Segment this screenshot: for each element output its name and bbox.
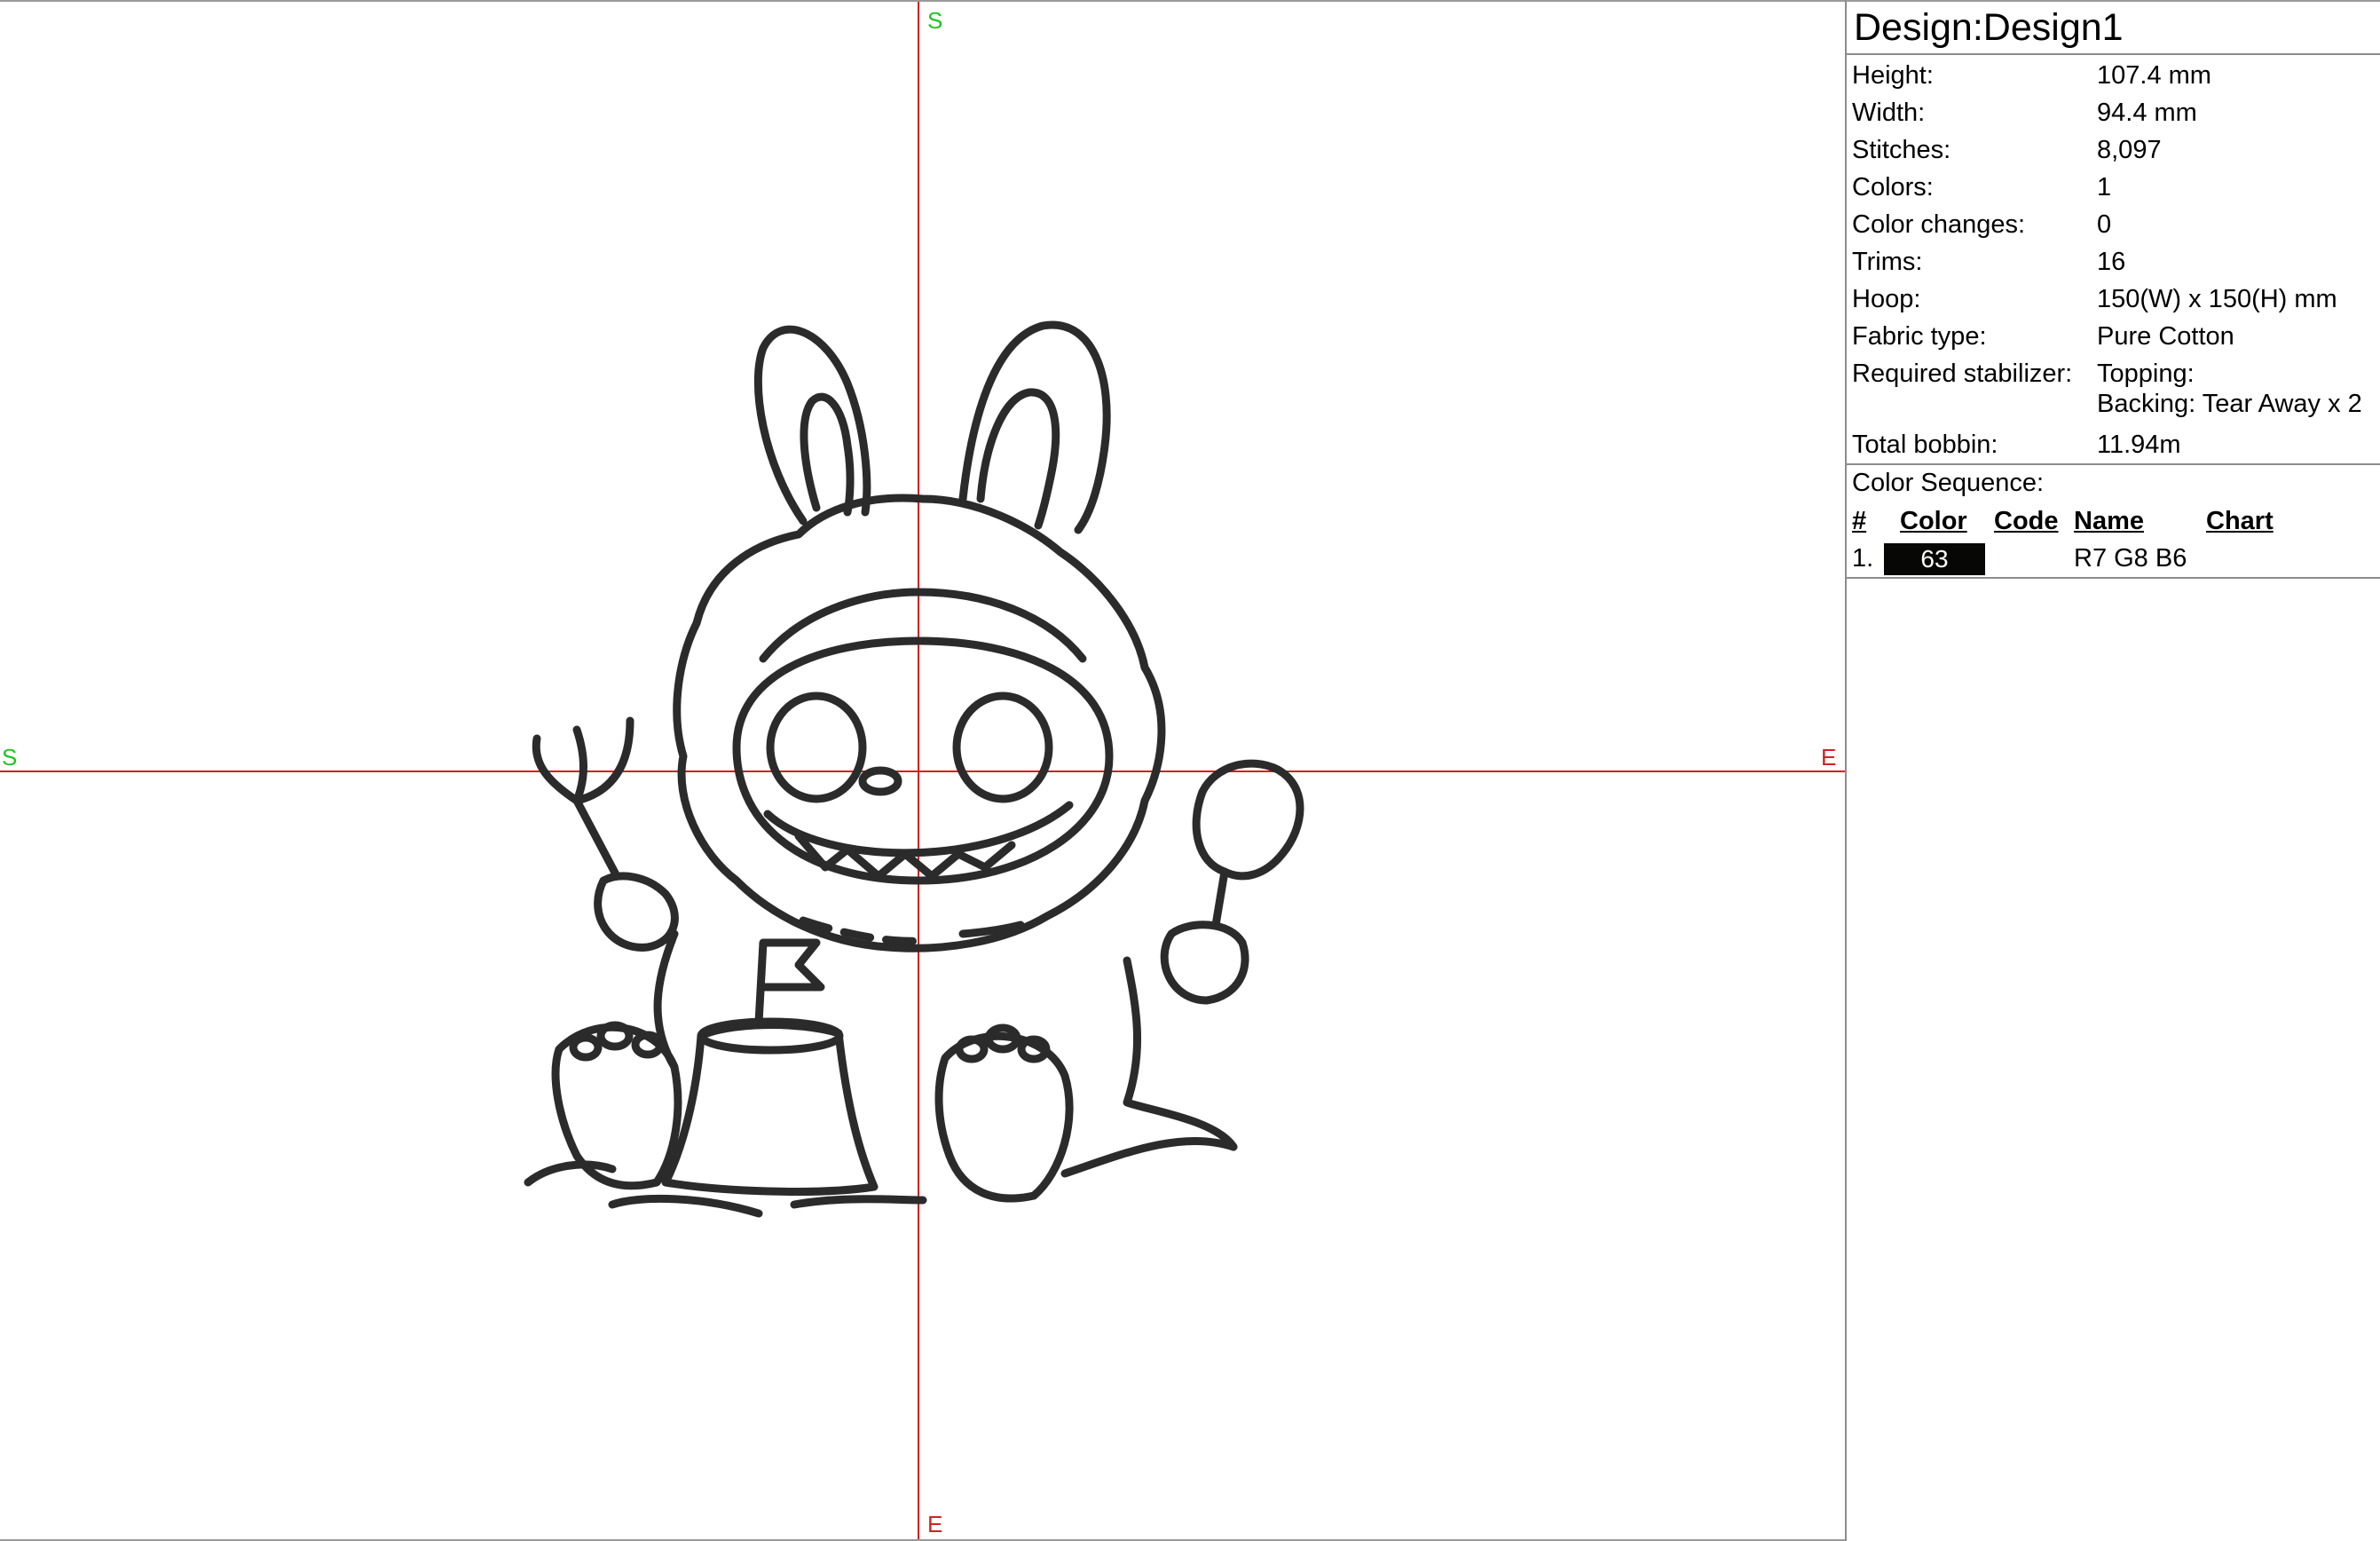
property-label: Height: — [1852, 61, 1934, 90]
stabilizer-topping: Topping: — [2097, 360, 2195, 388]
fork-handle — [572, 796, 621, 881]
property-label: Colors: — [1852, 173, 1934, 202]
monster-outline — [524, 320, 1304, 1218]
left-ear-inner — [800, 392, 855, 517]
property-fabric-type: Fabric type: Pure Cotton — [1847, 318, 2380, 355]
right-hand — [1160, 921, 1249, 1005]
property-label: Required stabilizer: — [1852, 360, 2073, 388]
left-hand — [594, 872, 679, 952]
property-label: Fabric type: — [1852, 322, 1987, 351]
face-oval — [732, 636, 1114, 885]
fork-left — [532, 734, 581, 805]
fur-fringe — [759, 588, 1087, 663]
property-trims: Trims: 16 — [1847, 243, 2380, 281]
spoon-bowl — [1192, 759, 1304, 881]
right-toe-1 — [955, 1035, 989, 1063]
left-toe-3 — [631, 1031, 665, 1059]
property-color-changes: Color changes: 0 — [1847, 206, 2380, 243]
property-value: Topping: Backing: Tear Away x 2 — [2097, 359, 2362, 419]
header-code: Code — [1994, 507, 2059, 535]
property-value: Pure Cotton — [2097, 322, 2234, 351]
property-label: Trims: — [1852, 248, 1923, 276]
property-value: 16 — [2097, 248, 2126, 276]
row-name: R7 G8 B6 — [2074, 544, 2187, 573]
color-sequence: Color Sequence: # Color Code Name Chart … — [1847, 465, 2380, 579]
flag — [754, 938, 825, 1027]
ground-mid-left — [608, 1194, 763, 1218]
right-ear-inner — [976, 388, 1060, 530]
right-foot — [934, 1031, 1074, 1203]
property-hoop: Hoop: 150(W) x 150(H) mm — [1847, 281, 2380, 318]
axis-label-bottom: E — [927, 1511, 943, 1537]
property-label: Stitches: — [1852, 136, 1951, 164]
property-stabilizer: Required stabilizer: Topping: Backing: T… — [1847, 355, 2380, 426]
fork-mid — [572, 725, 587, 805]
axis-label-right: E — [1821, 744, 1837, 770]
spoon-handle — [1211, 867, 1229, 929]
stabilizer-backing: Backing: Tear Away x 2 — [2097, 390, 2362, 418]
property-total-bobbin: Total bobbin: 11.94m — [1847, 426, 2380, 463]
left-eye — [766, 691, 867, 803]
property-label: Color changes: — [1852, 210, 2026, 239]
axis-label-top: S — [927, 7, 943, 34]
nose — [858, 766, 902, 796]
ground-right — [1060, 1137, 1238, 1178]
property-value: 0 — [2097, 210, 2112, 239]
property-value: 11.94m — [2097, 431, 2181, 459]
design-title: Design:Design1 — [1847, 2, 2380, 55]
design-canvas[interactable]: S E S E — [0, 0, 1845, 1541]
header-chart: Chart — [2206, 507, 2274, 535]
property-value: 94.4 mm — [2097, 99, 2197, 127]
left-toe-1 — [569, 1033, 603, 1062]
header-name: Name — [2074, 507, 2144, 535]
color-sequence-row[interactable]: 1. 63 R7 G8 B6 — [1847, 540, 2380, 577]
color-swatch: 63 — [1884, 543, 1985, 575]
property-value: 107.4 mm — [2097, 61, 2211, 90]
right-eye — [952, 691, 1053, 803]
color-sequence-title: Color Sequence: — [1852, 469, 2045, 497]
property-value: 1 — [2097, 173, 2112, 202]
property-colors: Colors: 1 — [1847, 169, 2380, 206]
right-toe-3 — [1017, 1035, 1051, 1063]
color-sequence-header: # Color Code Name Chart — [1847, 502, 2380, 540]
header-color: Color — [1900, 507, 1967, 535]
property-height: Height: 107.4 mm — [1847, 57, 2380, 94]
property-value: 8,097 — [2097, 136, 2162, 164]
design-info-panel: Design:Design1 Height: 107.4 mm Width: 9… — [1845, 0, 2380, 1541]
property-width: Width: 94.4 mm — [1847, 94, 2380, 131]
property-label: Total bobbin: — [1852, 431, 1998, 459]
axis-label-left: S — [2, 744, 18, 770]
row-number: 1. — [1852, 544, 1874, 573]
embroidery-preview — [0, 2, 1845, 1539]
property-label: Hoop: — [1852, 285, 1921, 313]
header-number: # — [1852, 507, 1867, 535]
property-label: Width: — [1852, 99, 1926, 127]
property-value: 150(W) x 150(H) mm — [2097, 285, 2337, 313]
property-list: Height: 107.4 mm Width: 94.4 mm Stitches… — [1847, 55, 2380, 463]
property-stitches: Stitches: 8,097 — [1847, 131, 2380, 169]
ground-mid — [790, 1195, 927, 1209]
left-toe-2 — [596, 1021, 634, 1051]
